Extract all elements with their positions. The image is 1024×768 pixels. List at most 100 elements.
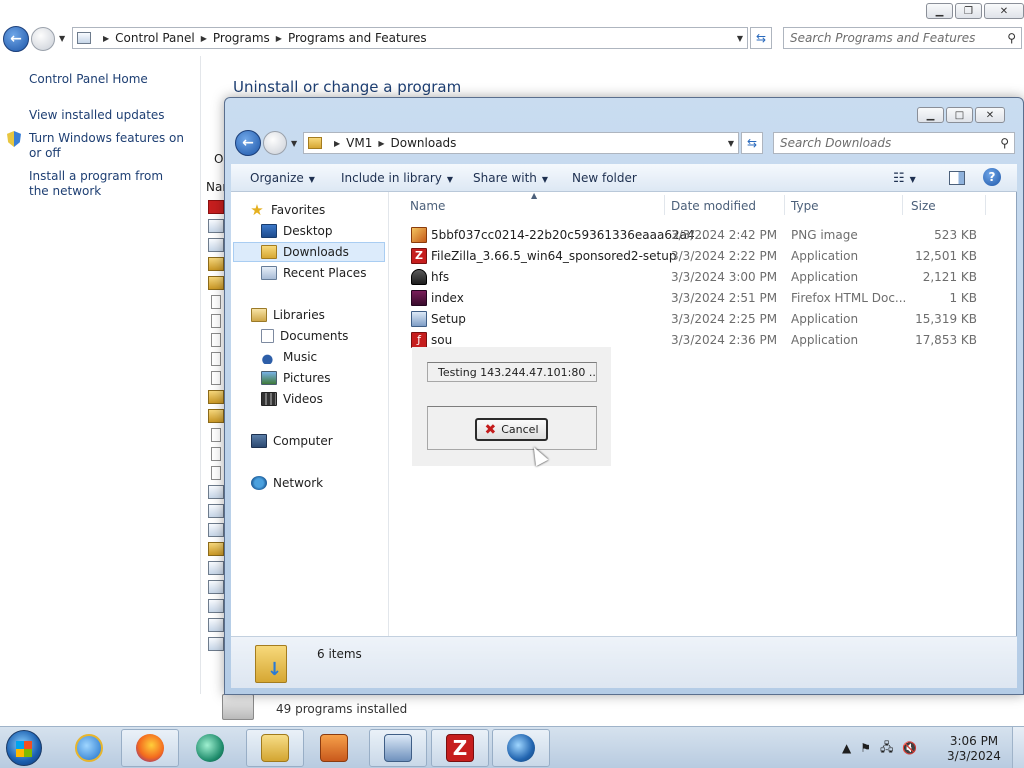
maximize-button[interactable]: □ [946,107,973,123]
install-from-network-link[interactable]: Install a program from the network [29,169,179,199]
search-icon: ⚲ [1007,31,1016,45]
new-folder-button[interactable]: New folder [572,171,637,185]
address-dropdown-icon[interactable]: ▼ [737,34,743,43]
nav-computer[interactable]: Computer [251,431,333,451]
view-options-button[interactable]: ☷ ▼ [893,171,916,186]
close-button[interactable]: ✕ [984,3,1024,19]
address-dropdown-icon[interactable]: ▼ [728,139,734,148]
action-center-flag-icon[interactable]: ⚑ [860,741,871,755]
nav-downloads[interactable]: Downloads [233,242,385,262]
file-row[interactable]: index 3/3/2024 2:51 PM Firefox HTML Doc.… [409,288,989,308]
show-desktop-button[interactable] [1012,727,1024,768]
volume-muted-icon[interactable]: 🔇 [902,741,917,755]
taskbar-firefox[interactable] [121,729,179,767]
document-icon [211,466,221,480]
taskbar-explorer[interactable] [246,729,304,767]
programs-installed-count: 49 programs installed [276,702,408,716]
refresh-button[interactable]: ⇆ [741,132,763,154]
png-icon [411,227,427,243]
program-icon [208,599,224,613]
nav-pictures[interactable]: Pictures [261,368,331,388]
taskbar-filezilla[interactable]: Z [431,729,489,767]
maximize-button[interactable]: ❐ [955,3,982,19]
control-panel-icon [77,32,91,44]
breadcrumb-programs-and-features[interactable]: Programs and Features [288,31,427,45]
breadcrumb-programs[interactable]: Programs ▶ [213,31,288,45]
taskbar-media-player[interactable] [305,729,363,767]
start-button[interactable] [6,730,42,766]
view-list-icon: ☷ [893,171,905,186]
nav-documents[interactable]: Documents [261,326,348,346]
back-arrow-icon: ← [242,135,254,151]
taskbar-network-app[interactable] [492,729,550,767]
share-with-button[interactable]: Share with ▼ [473,171,548,185]
program-icon [208,485,224,499]
column-header-date-modified[interactable]: Date modified [671,199,756,213]
taskbar-green-app[interactable] [181,729,239,767]
breadcrumb-downloads[interactable]: Downloads [391,136,457,150]
organize-button-partial[interactable]: O [214,152,223,166]
libraries-icon [251,308,267,322]
file-row[interactable]: Z FileZilla_3.66.5_win64_sponsored2-setu… [409,246,989,266]
recent-pages-dropdown[interactable]: ▼ [291,139,297,148]
nav-recent-places[interactable]: Recent Places [261,263,366,283]
organize-button[interactable]: Organize ▼ [250,171,315,185]
minimize-button[interactable]: ▁ [917,107,944,123]
recent-pages-dropdown[interactable]: ▼ [59,34,65,43]
search-downloads-input[interactable]: Search Downloads ⚲ [773,132,1015,154]
program-icon [208,561,224,575]
forward-button[interactable] [263,131,287,155]
nav-favorites[interactable]: ★ Favorites [249,200,325,220]
cancel-button[interactable]: ✖ Cancel [475,418,548,441]
close-button[interactable]: ✕ [975,107,1005,123]
nav-network[interactable]: Network [251,473,323,493]
address-box[interactable]: ▶ Control Panel ▶ Programs ▶ Programs and … [72,27,748,49]
show-hidden-icons-icon[interactable]: ▲ [842,741,851,755]
program-icon [208,637,224,651]
navigation-pane: ★ Favorites Desktop Downloads Recent Plac… [231,192,389,636]
search-input[interactable]: Search Programs and Features ⚲ [783,27,1022,49]
column-header-name[interactable]: Name [410,199,445,213]
preview-pane-button[interactable] [949,171,965,185]
column-header-type[interactable]: Type [791,199,819,213]
breadcrumb-vm1[interactable]: VM1 ▶ [346,136,390,150]
breadcrumb-control-panel[interactable]: Control Panel ▶ [115,31,213,45]
taskbar-internet-explorer[interactable] [60,729,118,767]
file-list-header: Name ▲ Date modified Type Size [391,191,1011,217]
file-row[interactable]: hfs 3/3/2024 3:00 PM Application 2,121 K… [409,267,989,287]
address-box[interactable]: ▶ VM1 ▶ Downloads ▼ [303,132,739,154]
file-date: 3/3/2024 2:51 PM [671,291,778,305]
document-icon [211,447,221,461]
nav-libraries[interactable]: Libraries [251,305,325,325]
minimize-button[interactable]: ▁ [926,3,953,19]
file-name: hfs [431,270,450,284]
view-installed-updates-link[interactable]: View installed updates [29,108,165,123]
file-size: 15,319 KB [915,312,977,326]
taskbar-control-panel[interactable] [369,729,427,767]
file-row[interactable]: Setup 3/3/2024 2:25 PM Application 15,31… [409,309,989,329]
nav-videos[interactable]: Videos [261,389,323,409]
clock[interactable]: 3:06 PM 3/3/2024 [944,734,1004,764]
control-panel-home-link[interactable]: Control Panel Home [29,72,148,87]
column-header-size[interactable]: Size [911,199,936,213]
nav-music[interactable]: Music [261,347,317,367]
internet-explorer-icon [75,734,103,762]
nav-desktop[interactable]: Desktop [261,221,333,241]
file-row[interactable]: 5bbf037cc0214-22b20c59361336eaaa62a4... … [409,225,989,245]
details-pane: ↓ 6 items [231,636,1017,688]
help-icon[interactable]: ? [983,168,1001,186]
programs-icon [222,694,254,720]
back-button[interactable]: ← [235,130,261,156]
include-in-library-button[interactable]: Include in library ▼ [341,171,453,185]
refresh-button[interactable]: ⇆ [750,27,772,49]
setup-icon [411,311,427,327]
document-icon [211,314,221,328]
forward-button[interactable] [31,27,55,51]
file-type: Application [791,333,859,347]
file-type: Application [791,249,859,263]
network-icon[interactable]: 🖧 [880,738,893,759]
turn-windows-features-link[interactable]: Turn Windows features on or off [29,131,194,161]
desktop-icon [261,224,277,238]
chevron-down-icon: ▼ [446,175,454,184]
back-button[interactable]: ← [3,26,29,52]
